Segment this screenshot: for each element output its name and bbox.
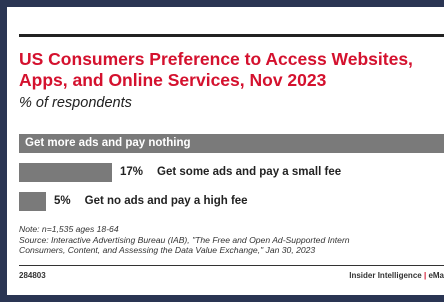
bar-row-no-ads: 5% Get no ads and pay a high fee (19, 190, 248, 212)
bar-label-some-ads: Get some ads and pay a small fee (157, 166, 342, 178)
brand-credit: Insider Intelligence | eMa (349, 271, 444, 280)
brand-name: Insider Intelligence (349, 271, 422, 280)
bar-no-ads (19, 191, 46, 211)
brand-tail: eMa (428, 271, 444, 280)
chart-title: US Consumers Preference to Access Websit… (19, 49, 444, 91)
top-rule (19, 34, 444, 37)
footnote-source-1: Source: Interactive Advertising Bureau (… (19, 234, 350, 245)
value-label-no-ads: 5% (54, 195, 71, 207)
footnote-source-2: Consumers, Content, and Assessing the Da… (19, 245, 316, 255)
brand-separator: | (423, 271, 427, 280)
chart-subtitle: % of respondents (19, 95, 132, 111)
value-label-some-ads: 17% (120, 166, 144, 178)
bar-some-ads (19, 162, 112, 182)
bar-more-ads: Get more ads and pay nothing (19, 133, 444, 153)
chart-id: 284803 (19, 271, 46, 280)
title-line-2: Apps, and Online Services, Nov 2023 (19, 70, 327, 90)
bar-row-some-ads: 17% Get some ads and pay a small fee (19, 161, 341, 183)
bar-label-more-ads: Get more ads and pay nothing (25, 136, 191, 149)
chart-card: US Consumers Preference to Access Websit… (7, 7, 444, 295)
bottom-rule (19, 265, 444, 266)
title-line-1: US Consumers Preference to Access Websit… (19, 49, 413, 69)
bar-label-no-ads: Get no ads and pay a high fee (84, 195, 248, 207)
footnote-note: Note: n=1,535 ages 18-64 (19, 224, 119, 234)
footnote: Note: n=1,535 ages 18-64 Source: Interac… (19, 224, 444, 256)
bar-row-more-ads: Get more ads and pay nothing (19, 132, 444, 154)
